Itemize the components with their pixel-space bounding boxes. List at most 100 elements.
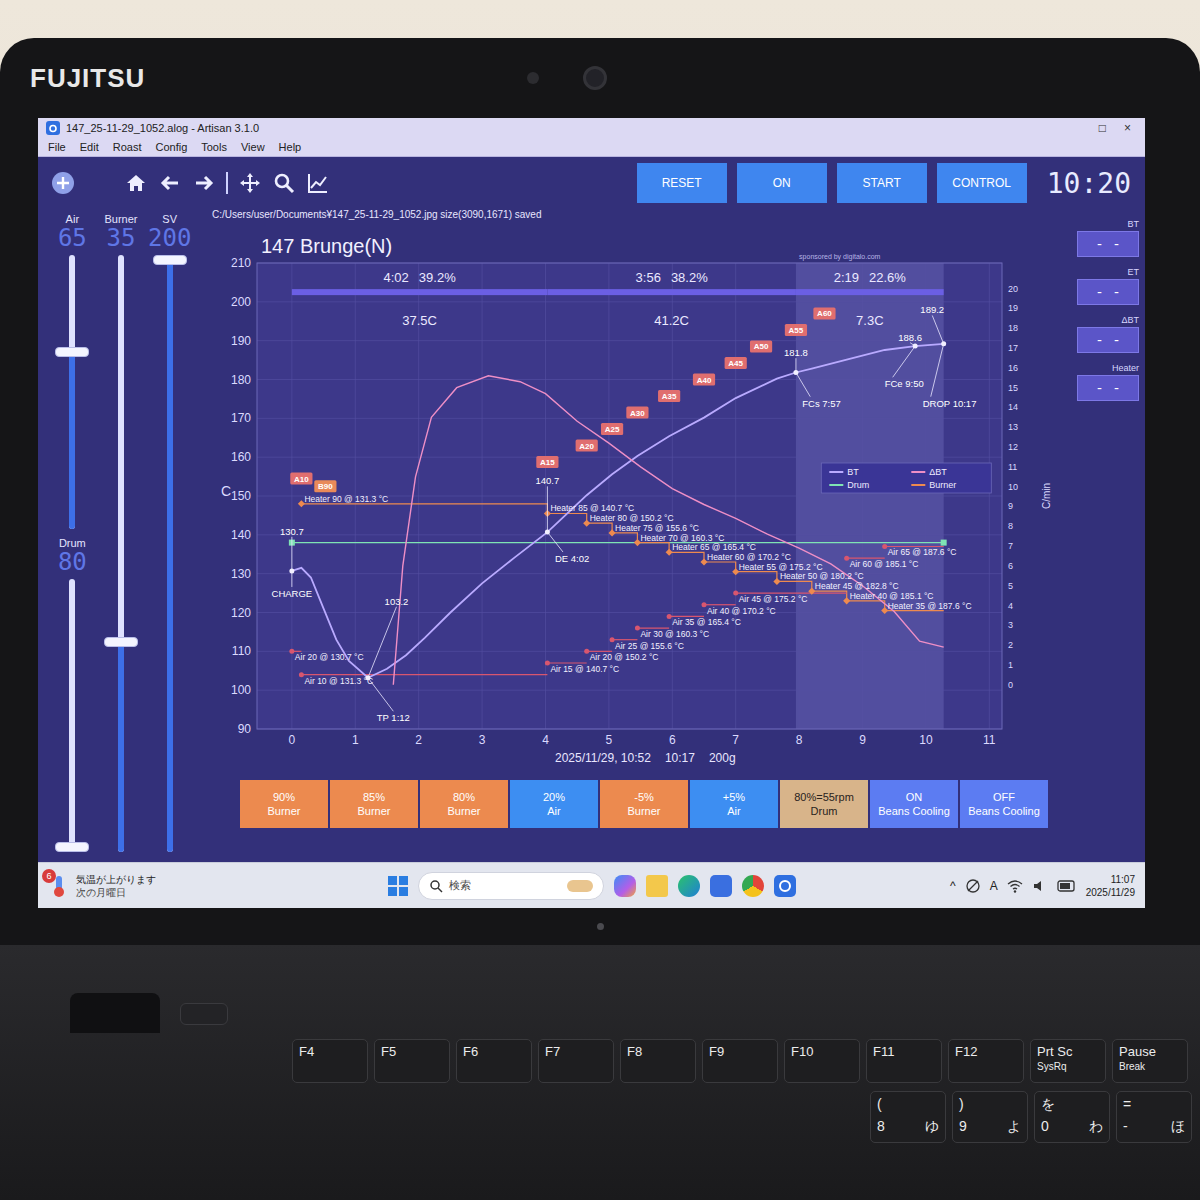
function-key[interactable]: F8 — [620, 1039, 696, 1083]
event-flag[interactable]: B90 — [314, 480, 336, 492]
event-button[interactable]: +5%Air — [690, 780, 778, 828]
search-box[interactable]: 検索 — [418, 872, 604, 900]
menu-item[interactable]: Help — [279, 141, 302, 153]
air-event-marker[interactable] — [667, 614, 672, 619]
air-event-marker[interactable] — [545, 660, 550, 665]
number-key[interactable]: を0わ — [1034, 1091, 1110, 1143]
slider-track[interactable] — [104, 255, 138, 852]
tray-overflow[interactable]: ^ — [950, 879, 956, 893]
air-event-marker[interactable] — [289, 649, 294, 654]
function-key[interactable]: Prt ScSysRq — [1030, 1039, 1106, 1083]
network-off-icon[interactable] — [965, 878, 981, 894]
event-button[interactable]: 85%Burner — [330, 780, 418, 828]
function-key[interactable]: F12 — [948, 1039, 1024, 1083]
function-key[interactable]: F5 — [374, 1039, 450, 1083]
control-button[interactable]: ON — [737, 163, 827, 203]
chart-line-icon[interactable] — [306, 171, 330, 195]
event-button[interactable]: 80%=55rpmDrum — [780, 780, 868, 828]
ime-indicator[interactable]: A — [990, 879, 998, 893]
air-event-marker[interactable] — [635, 626, 640, 631]
legend-item[interactable]: Drum — [829, 480, 869, 490]
edge-browser-icon[interactable] — [678, 875, 700, 897]
slider-track[interactable] — [153, 255, 187, 852]
control-button[interactable]: CONTROL — [937, 163, 1027, 203]
air-event-marker[interactable] — [610, 637, 615, 642]
event-button[interactable]: ONBeans Cooling — [870, 780, 958, 828]
back-arrow-icon[interactable] — [158, 171, 182, 195]
function-key[interactable]: F6 — [456, 1039, 532, 1083]
event-button[interactable]: 80%Burner — [420, 780, 508, 828]
event-flag[interactable]: A40 — [693, 374, 715, 386]
roast-chart[interactable]: 9010011012013014015016017018019020021001… — [202, 229, 1062, 774]
weather-widget[interactable]: 6気温が上がります次の月曜日 — [38, 873, 388, 899]
home-icon[interactable] — [124, 171, 148, 195]
window-control-button[interactable]: × — [1124, 121, 1131, 135]
store-icon[interactable] — [710, 875, 732, 897]
roast-point-marker[interactable] — [941, 341, 946, 346]
event-flag[interactable]: A20 — [576, 440, 598, 452]
event-flag[interactable]: A15 — [536, 456, 558, 468]
power-button[interactable] — [180, 1003, 228, 1025]
function-key[interactable]: F11 — [866, 1039, 942, 1083]
pan-move-icon[interactable] — [238, 171, 262, 195]
file-explorer-icon[interactable] — [646, 875, 668, 897]
air-event-marker[interactable] — [299, 672, 304, 677]
event-flag[interactable]: A25 — [601, 423, 623, 435]
event-flag[interactable]: A35 — [658, 390, 680, 402]
roast-point-marker[interactable] — [289, 568, 294, 573]
event-button[interactable]: 20%Air — [510, 780, 598, 828]
artisan-taskbar-icon[interactable] — [774, 875, 796, 897]
menu-item[interactable]: File — [48, 141, 66, 153]
battery-icon[interactable] — [1057, 879, 1077, 893]
speaker-icon[interactable] — [1032, 878, 1048, 894]
wifi-icon[interactable] — [1007, 878, 1023, 894]
chrome-browser-icon[interactable] — [742, 875, 764, 897]
zoom-icon[interactable] — [272, 171, 296, 195]
window-control-button[interactable]: □ — [1099, 121, 1106, 135]
slider-track[interactable] — [55, 255, 89, 528]
event-button[interactable]: -5%Burner — [600, 780, 688, 828]
menu-item[interactable]: Edit — [80, 141, 99, 153]
event-button[interactable]: OFFBeans Cooling — [960, 780, 1048, 828]
control-button[interactable]: RESET — [637, 163, 727, 203]
legend-item[interactable]: BT — [829, 467, 859, 477]
event-flag[interactable]: A55 — [785, 324, 807, 336]
taskbar-clock[interactable]: 11:072025/11/29 — [1086, 873, 1135, 899]
air-event-marker[interactable] — [844, 556, 849, 561]
slider-thumb[interactable] — [104, 637, 138, 647]
function-key[interactable]: F4 — [292, 1039, 368, 1083]
forward-arrow-icon[interactable] — [192, 171, 216, 195]
slider-thumb[interactable] — [55, 842, 89, 852]
function-key[interactable]: F9 — [702, 1039, 778, 1083]
number-key[interactable]: )9よ — [952, 1091, 1028, 1143]
menu-item[interactable]: Tools — [201, 141, 227, 153]
slider-track[interactable] — [55, 579, 89, 852]
function-key[interactable]: F10 — [784, 1039, 860, 1083]
roast-point-marker[interactable] — [545, 530, 550, 535]
air-event-marker[interactable] — [733, 591, 738, 596]
event-flag[interactable]: A10 — [290, 473, 312, 485]
slider-thumb[interactable] — [153, 255, 187, 265]
copilot-icon[interactable] — [614, 875, 636, 897]
event-flag[interactable]: A50 — [750, 340, 772, 352]
menu-item[interactable]: Roast — [113, 141, 142, 153]
control-button[interactable]: START — [837, 163, 927, 203]
add-circle-icon[interactable] — [50, 170, 76, 196]
function-key[interactable]: F7 — [538, 1039, 614, 1083]
event-flag[interactable]: A60 — [813, 307, 835, 319]
number-key[interactable]: =-ほ — [1116, 1091, 1192, 1143]
legend-item[interactable]: Burner — [911, 480, 956, 490]
menu-item[interactable]: View — [241, 141, 265, 153]
legend-item[interactable]: ΔBT — [911, 467, 947, 477]
menu-item[interactable]: Config — [155, 141, 187, 153]
event-flag[interactable]: A30 — [626, 407, 648, 419]
air-event-marker[interactable] — [882, 544, 887, 549]
roast-point-marker[interactable] — [913, 344, 918, 349]
event-flag[interactable]: A45 — [725, 357, 747, 369]
air-event-marker[interactable] — [702, 602, 707, 607]
event-button[interactable]: 90%Burner — [240, 780, 328, 828]
slider-thumb[interactable] — [55, 347, 89, 357]
number-key[interactable]: (8ゆ — [870, 1091, 946, 1143]
windows-start-icon[interactable] — [388, 876, 408, 896]
function-key[interactable]: PauseBreak — [1112, 1039, 1188, 1083]
